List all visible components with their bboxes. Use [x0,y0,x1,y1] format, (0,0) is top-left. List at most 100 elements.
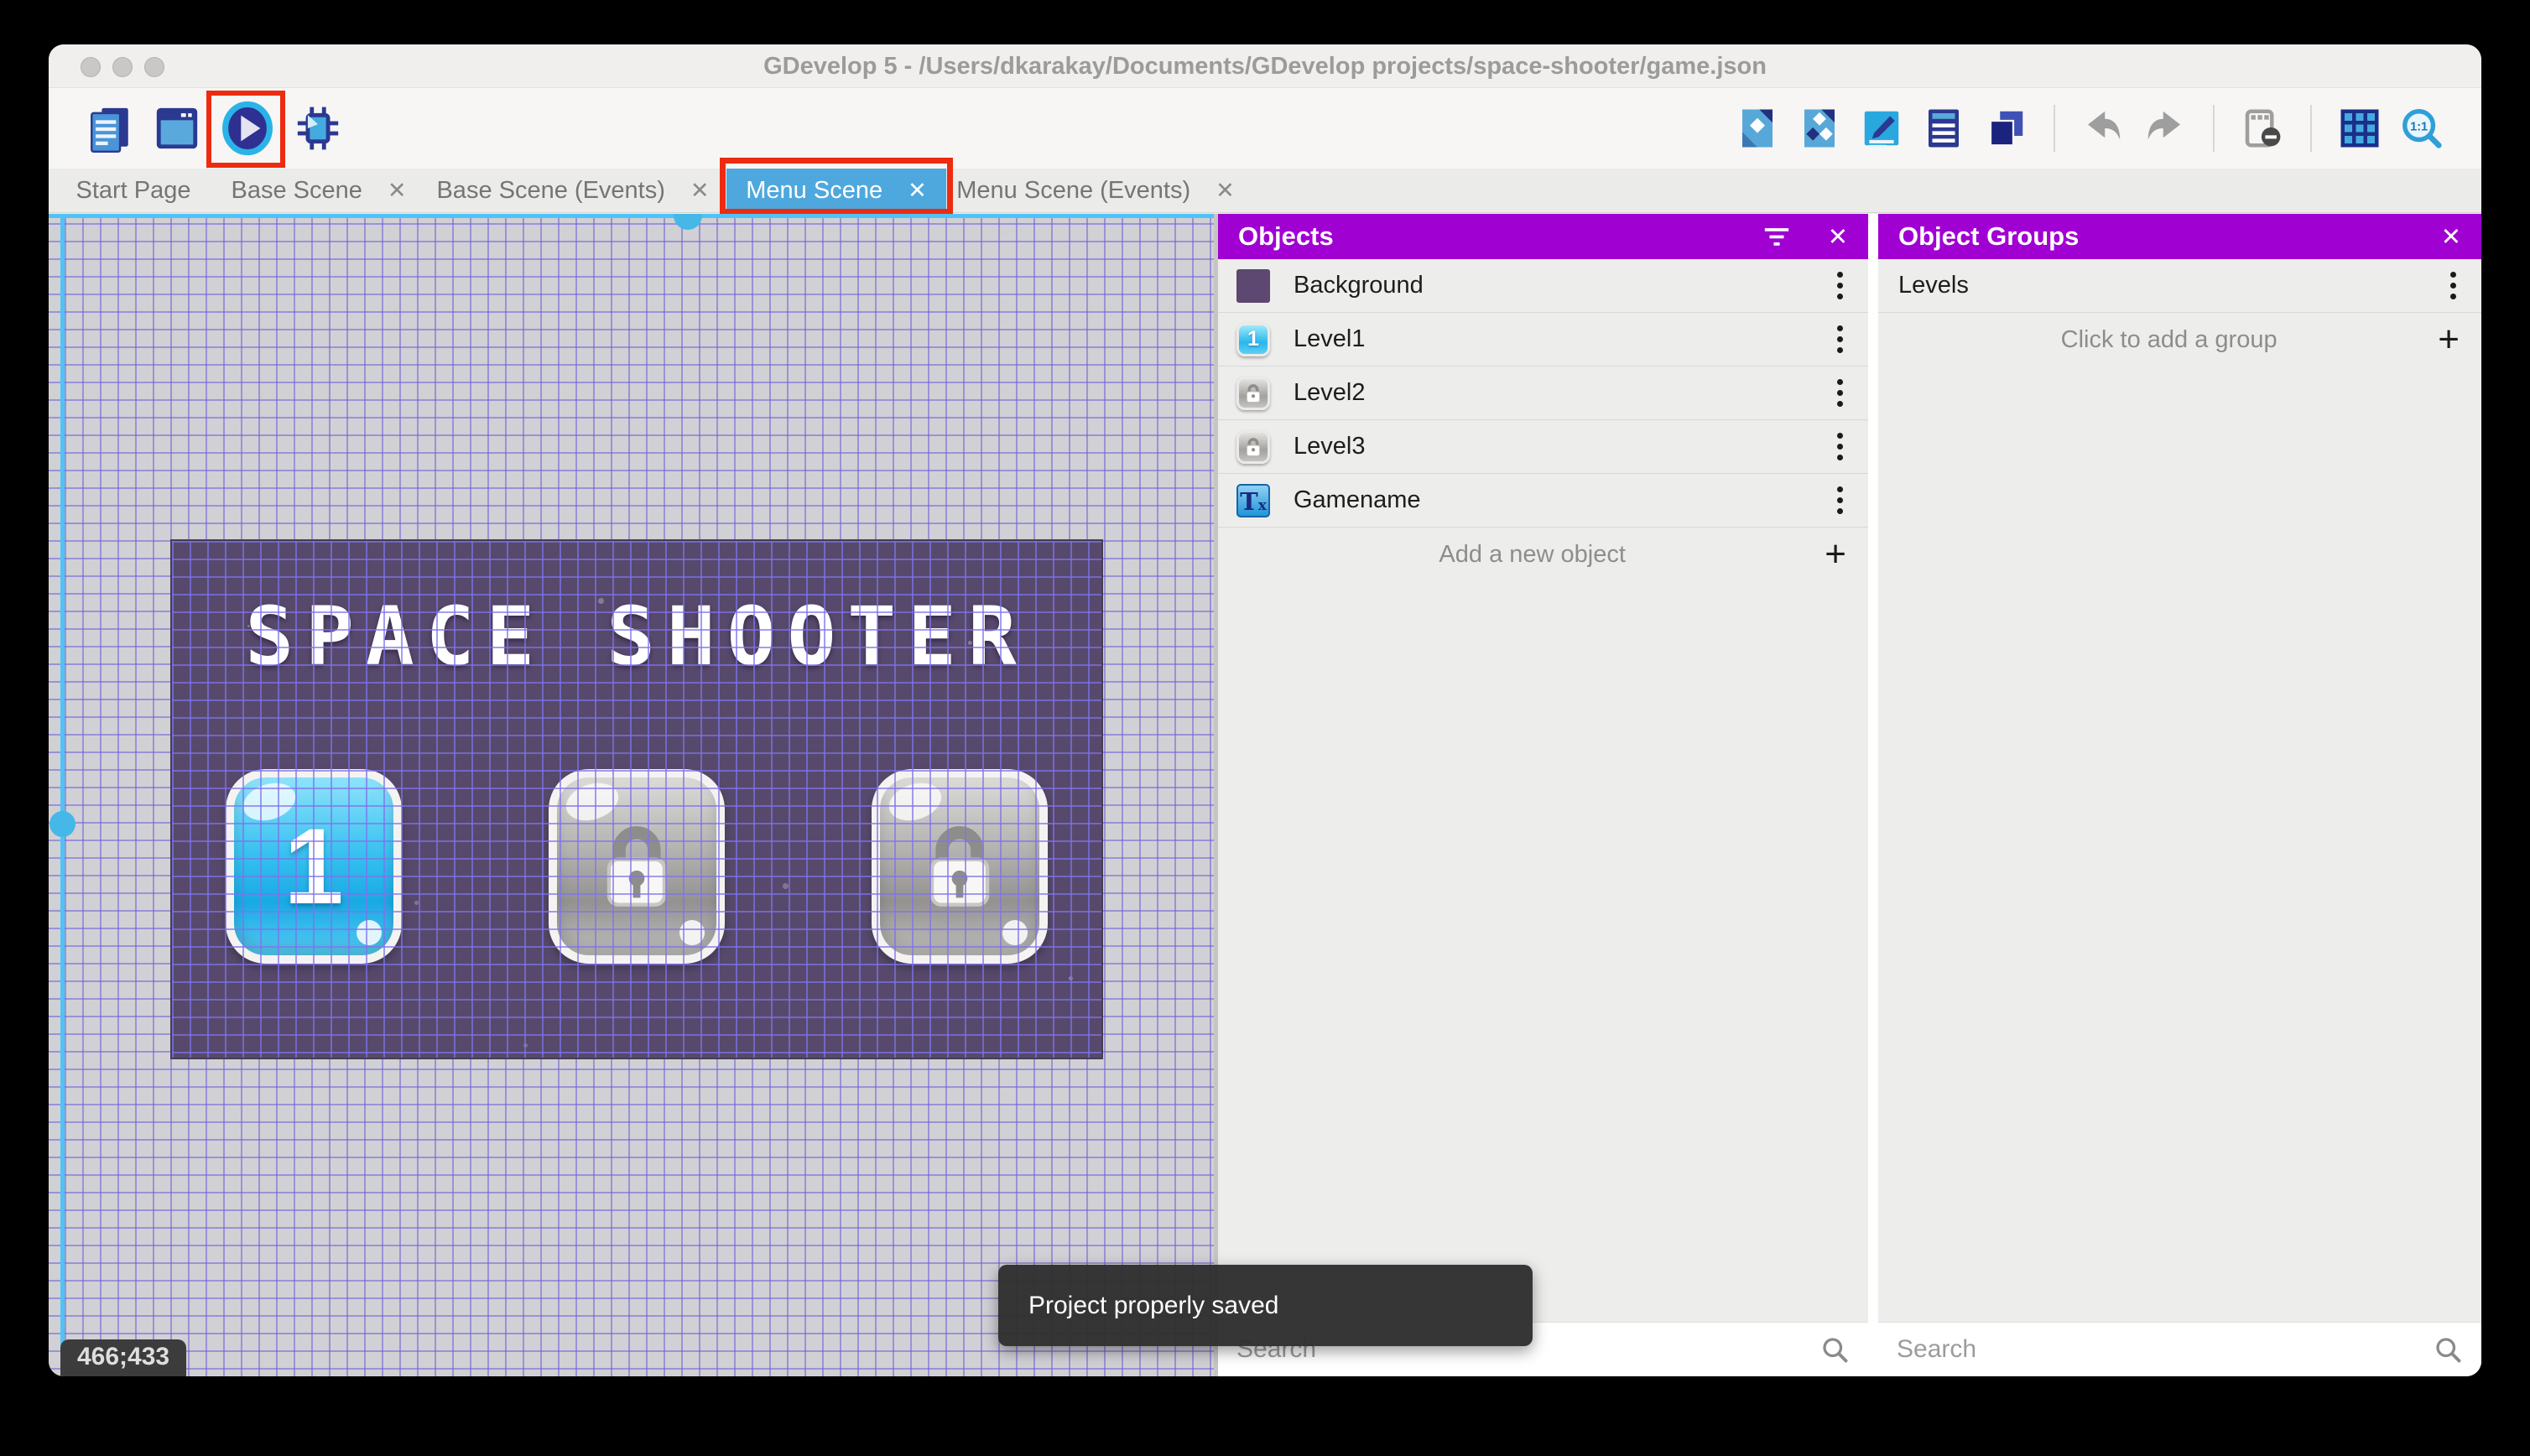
project-manager-icon[interactable] [86,104,134,153]
group-row-levels[interactable]: Levels [1878,259,2481,313]
cursor-coordinates-badge: 466;433 [60,1339,187,1376]
objects-list-icon[interactable] [1921,106,1966,151]
undo-icon[interactable] [2080,106,2126,151]
tab-menu-scene-events[interactable]: Menu Scene (Events) ✕ [946,169,1245,212]
objects-panel-title: Objects [1238,221,1334,251]
objects-panel: Objects ✕ Background 1 Level1 Level2 Lev… [1218,214,1868,1376]
redo-icon[interactable] [2142,106,2188,151]
object-row-level1[interactable]: 1 Level1 [1218,313,1868,367]
object-name: Level3 [1294,433,1366,460]
filter-icon[interactable] [1762,224,1791,249]
close-panel-icon[interactable]: ✕ [2441,222,2461,252]
panels-divider[interactable] [1868,214,1878,1376]
search-icon[interactable] [2433,1334,2463,1365]
editor-tabs: Start Page Base Scene ✕ Base Scene (Even… [49,158,2481,215]
object-groups-panel: Object Groups ✕ Levels Click to add a gr… [1878,214,2481,1376]
groups-search-bar [1878,1323,2481,1376]
tab-label: Base Scene (Events) [436,176,665,204]
scene-window-icon[interactable] [153,104,201,153]
toolbar-separator [2213,105,2215,152]
tab-label: Menu Scene (Events) [956,176,1191,204]
vertical-scrollbar-thumb[interactable] [49,811,75,837]
lock-icon [606,826,667,907]
add-object-label: Add a new object [1439,540,1626,568]
add-object-row[interactable]: Add a new object + [1218,528,1868,581]
level-buttons-row: 1 [172,769,1101,965]
debug-icon[interactable] [294,104,342,153]
layers-icon[interactable] [1983,106,2028,151]
plus-icon[interactable]: + [2438,321,2460,358]
horizontal-scrollbar-thumb[interactable] [674,214,702,230]
horizontal-scrollbar[interactable] [49,214,1214,230]
object-row-gamename[interactable]: Tx Gamename [1218,474,1868,528]
mask-icon[interactable] [2240,106,2285,151]
lock-icon [1247,383,1260,403]
tab-base-scene[interactable]: Base Scene ✕ [218,169,419,212]
groups-search-input[interactable] [1897,1335,2433,1364]
tab-base-scene-events[interactable]: Base Scene (Events) ✕ [419,169,726,212]
minimize-window-button[interactable] [112,57,133,77]
kebab-menu-icon[interactable] [1830,376,1850,410]
gdevelop-window: GDevelop 5 - /Users/dkarakay/Documents/G… [49,44,2481,1376]
group-name: Levels [1898,272,1969,299]
level3-button-object[interactable] [872,769,1048,964]
svg-text:1:1: 1:1 [2410,120,2428,133]
objects-panel-header: Objects ✕ [1218,214,1868,259]
close-tab-icon[interactable]: ✕ [388,178,407,204]
play-button-wrapper [206,91,285,168]
add-group-label: Click to add a group [2060,325,2278,353]
close-tab-icon[interactable]: ✕ [1216,178,1235,204]
window-title: GDevelop 5 - /Users/dkarakay/Documents/G… [763,53,1767,80]
close-window-button[interactable] [81,57,101,77]
snackbar-message: Project properly saved [1028,1291,1279,1319]
zoom-window-button[interactable] [144,57,164,77]
close-tab-icon[interactable]: ✕ [690,178,710,204]
kebab-menu-icon[interactable] [1830,322,1850,356]
scene-title-text-object[interactable]: SPACE SHOOTER [172,590,1101,684]
lock-icon [1247,437,1260,456]
object-row-level2[interactable]: Level2 [1218,367,1868,420]
kebab-menu-icon[interactable] [1830,268,1850,303]
object-groups-panel-title: Object Groups [1898,221,2080,251]
add-object-icon[interactable] [1735,106,1780,151]
zoom-1-1-icon[interactable]: 1:1 [2399,106,2444,151]
level2-button-object[interactable] [549,769,725,964]
snackbar-toast: Project properly saved [998,1265,1533,1346]
vertical-scrollbar[interactable] [49,214,75,1376]
search-icon[interactable] [1819,1334,1850,1365]
object-row-background[interactable]: Background [1218,259,1868,313]
level2-object-icon [1236,376,1270,410]
background-object-icon [1236,268,1270,303]
window-controls [81,57,164,77]
level1-button-object[interactable]: 1 [226,769,402,964]
object-name: Level2 [1294,379,1366,406]
text-object-icon: Tx [1236,483,1270,517]
object-name: Gamename [1294,486,1421,513]
plus-icon[interactable]: + [1825,536,1846,573]
scene-editor-canvas[interactable]: SPACE SHOOTER 1 466;433 [49,214,1214,1376]
tab-menu-scene[interactable]: Menu Scene ✕ [720,158,953,215]
kebab-menu-icon[interactable] [1830,429,1850,464]
tab-label: Base Scene [231,176,362,204]
tab-label: Menu Scene [746,176,883,204]
titlebar: GDevelop 5 - /Users/dkarakay/Documents/G… [49,44,2481,88]
groups-list: Levels Click to add a group + [1878,259,2481,367]
lock-icon [929,826,990,907]
annotation-box-play [206,91,285,168]
tab-label: Start Page [75,176,191,204]
close-panel-icon[interactable]: ✕ [1828,222,1848,252]
object-groups-panel-header: Object Groups ✕ [1878,214,2481,259]
close-tab-icon[interactable]: ✕ [908,178,927,204]
kebab-menu-icon[interactable] [2444,268,2463,303]
instances-icon[interactable] [1797,106,1842,151]
game-scene-preview[interactable]: SPACE SHOOTER 1 [170,539,1103,1059]
kebab-menu-icon[interactable] [1830,483,1850,517]
main-toolbar: 1:1 [49,88,2481,169]
grid-icon[interactable] [2337,106,2382,151]
object-row-level3[interactable]: Level3 [1218,420,1868,474]
object-name: Background [1294,272,1424,299]
add-group-row[interactable]: Click to add a group + [1878,313,2481,367]
tab-start-page[interactable]: Start Page [49,169,218,212]
edit-scene-icon[interactable] [1859,106,1904,151]
object-name: Level1 [1294,325,1366,352]
